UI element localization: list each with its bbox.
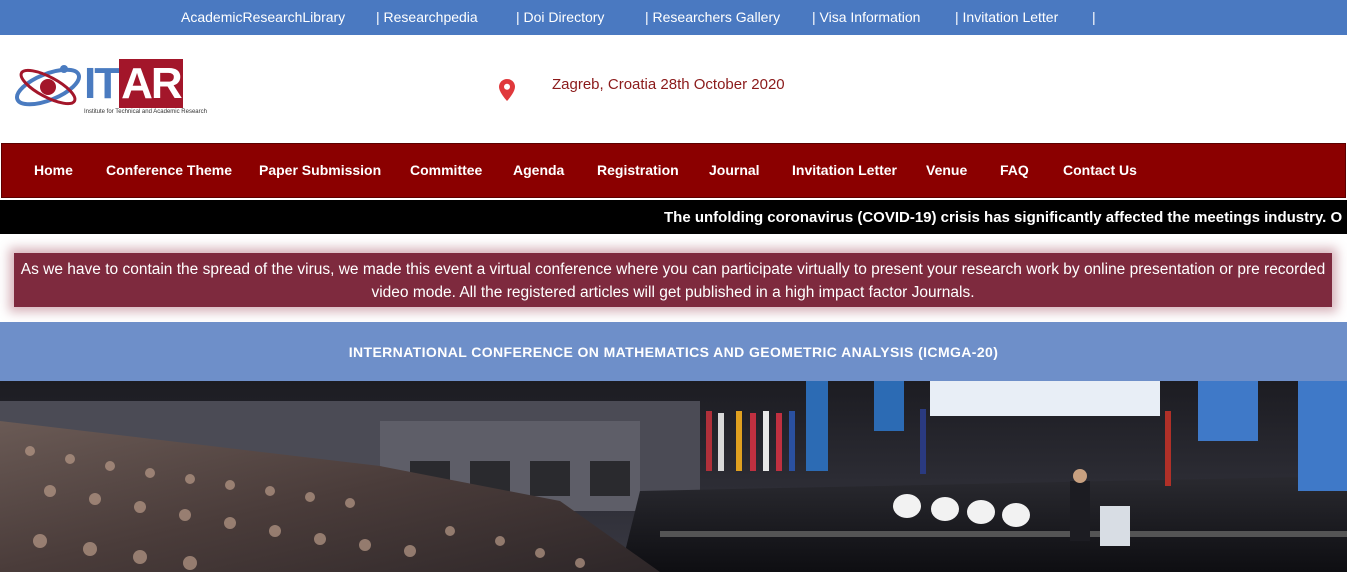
link-researchers-gallery[interactable]: | Researchers Gallery <box>645 9 780 25</box>
map-pin-icon <box>499 79 515 101</box>
event-location-date: Zagreb, Croatia 28th October 2020 <box>552 76 785 93</box>
conference-title-band: INTERNATIONAL CONFERENCE ON MATHEMATICS … <box>0 322 1347 381</box>
nav-venue[interactable]: Venue <box>926 162 967 178</box>
nav-registration[interactable]: Registration <box>597 162 679 178</box>
news-ticker: The unfolding coronavirus (COVID-19) cri… <box>0 200 1347 234</box>
top-link-bar: AcademicResearchLibrary | Researchpedia … <box>0 0 1347 35</box>
ticker-text: The unfolding coronavirus (COVID-19) cri… <box>664 209 1343 226</box>
link-doi-directory[interactable]: | Doi Directory <box>516 9 604 25</box>
nav-conference-theme[interactable]: Conference Theme <box>106 162 232 178</box>
atom-logo-icon <box>15 65 81 107</box>
conference-title: INTERNATIONAL CONFERENCE ON MATHEMATICS … <box>348 344 999 360</box>
nav-journal[interactable]: Journal <box>709 162 760 178</box>
logo-tagline: Institute for Technical and Academic Res… <box>84 109 207 115</box>
nav-committee[interactable]: Committee <box>410 162 482 178</box>
link-invitation-letter[interactable]: | Invitation Letter <box>955 9 1058 25</box>
top-link-separator: | <box>1092 9 1096 25</box>
nav-agenda[interactable]: Agenda <box>513 162 564 178</box>
logo-text: ITAR <box>84 59 183 108</box>
nav-invitation-letter[interactable]: Invitation Letter <box>792 162 897 178</box>
site-logo[interactable]: ITAR Institute for Technical and Academi… <box>14 57 207 121</box>
nav-home[interactable]: Home <box>34 162 73 178</box>
hero-auditorium-image <box>0 381 1347 572</box>
nav-contact-us[interactable]: Contact Us <box>1063 162 1137 178</box>
main-nav: Home Conference Theme Paper Submission C… <box>1 143 1346 198</box>
nav-faq[interactable]: FAQ <box>1000 162 1029 178</box>
auditorium-illustration <box>0 381 1347 572</box>
site-header: ITAR Institute for Technical and Academi… <box>0 35 1347 143</box>
link-researchpedia[interactable]: | Researchpedia <box>376 9 478 25</box>
nav-paper-submission[interactable]: Paper Submission <box>259 162 381 178</box>
virtual-conference-notice: As we have to contain the spread of the … <box>14 253 1332 307</box>
logo-text-it: IT <box>84 59 121 108</box>
link-visa-information[interactable]: | Visa Information <box>812 9 920 25</box>
logo-text-ar: AR <box>119 59 183 108</box>
link-academic-research-library[interactable]: AcademicResearchLibrary <box>181 9 345 25</box>
